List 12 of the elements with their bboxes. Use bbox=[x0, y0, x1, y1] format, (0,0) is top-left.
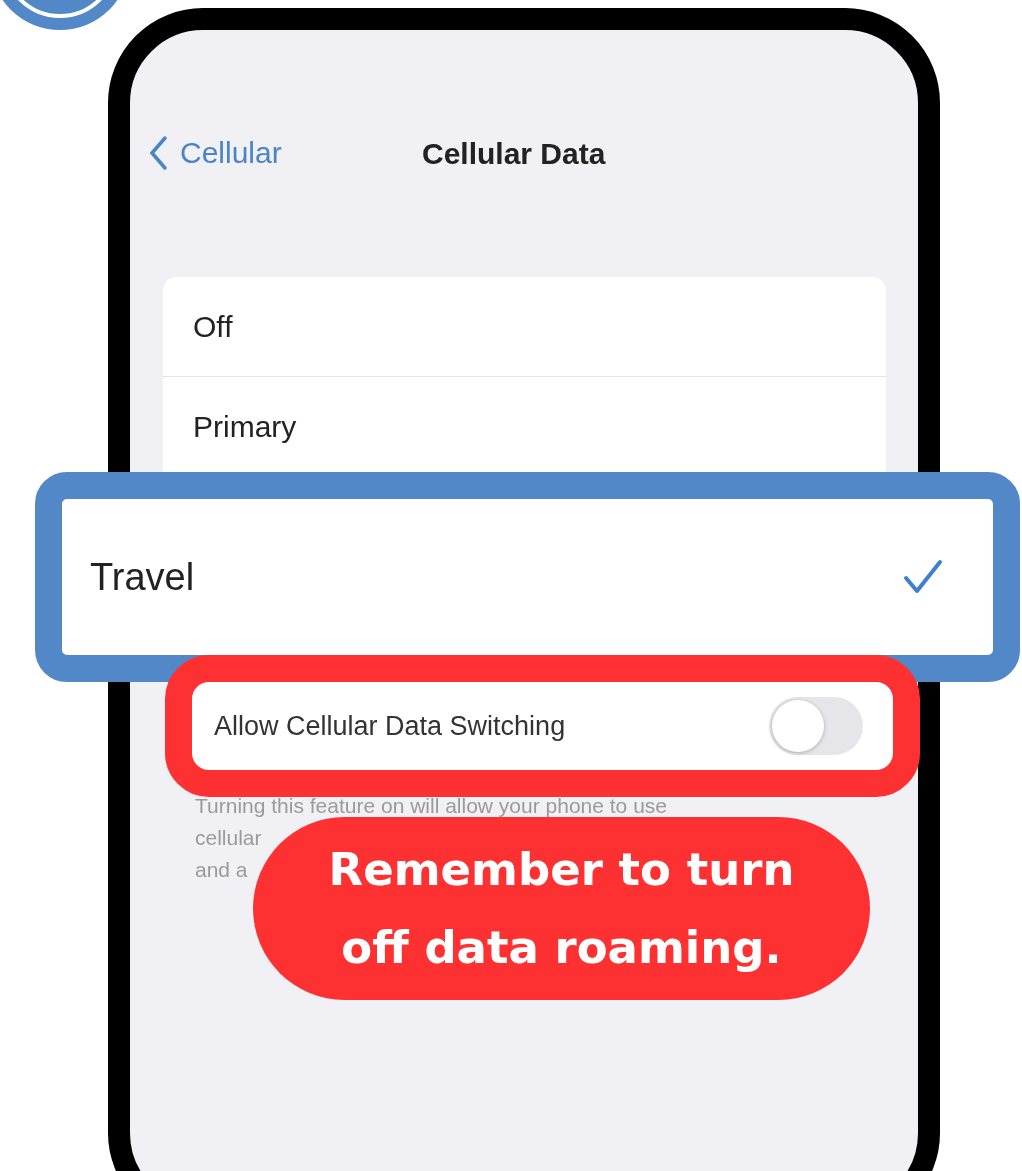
footnote-text: cellular bbox=[195, 825, 262, 851]
toggle-switch[interactable] bbox=[769, 697, 863, 755]
footnote-text: Turning this feature on will allow your phone to use bbox=[195, 793, 667, 819]
callout-text: off data roaming. bbox=[341, 919, 782, 976]
callout-text: Remember to turn bbox=[328, 841, 795, 898]
footnote-text: and a bbox=[195, 857, 248, 883]
option-row[interactable]: Travel bbox=[35, 472, 1020, 682]
switching-label: Allow Cellular Data Switching bbox=[214, 710, 566, 742]
chevron-left-icon bbox=[148, 135, 168, 171]
checkmark-icon bbox=[903, 559, 943, 595]
option-row[interactable]: Off bbox=[163, 277, 886, 377]
screen-title: Cellular Data bbox=[422, 137, 606, 171]
